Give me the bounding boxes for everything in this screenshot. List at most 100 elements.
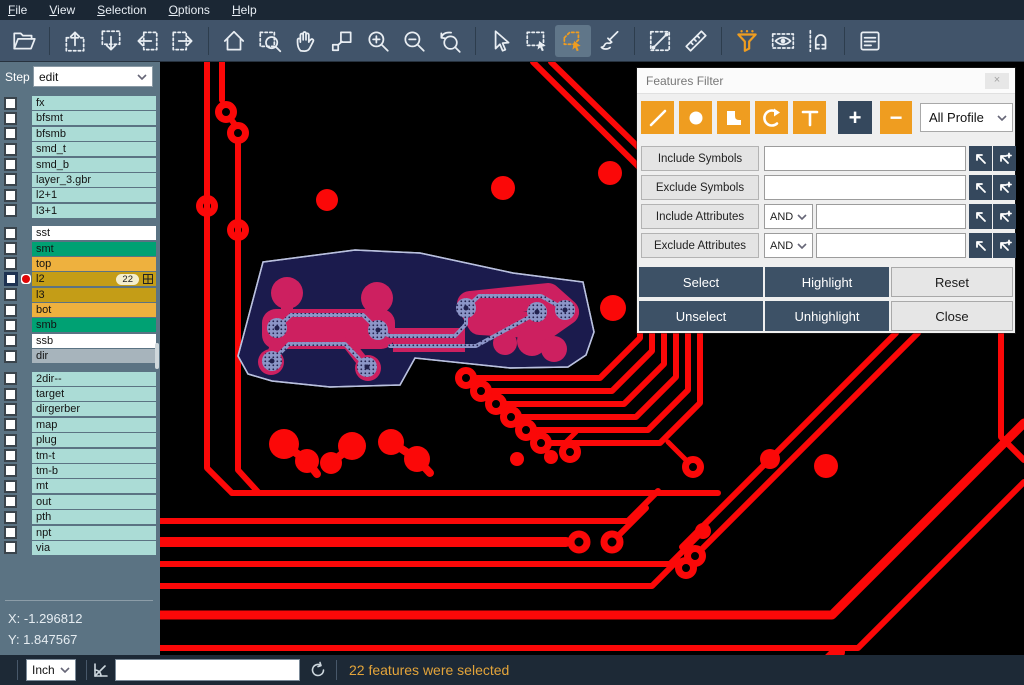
layer-visibility-checkbox[interactable]	[4, 511, 17, 524]
layer-row-tm-b[interactable]: tm-b	[0, 464, 160, 478]
layer-visibility-checkbox[interactable]	[4, 495, 17, 508]
shift-down-button[interactable]	[93, 25, 129, 57]
menu-item-file[interactable]: File	[8, 3, 27, 17]
layer-visibility-checkbox[interactable]	[4, 242, 17, 255]
layer-row-sst[interactable]: sst	[0, 226, 160, 240]
include-attributes-operator-select[interactable]: AND	[764, 204, 813, 229]
highlight-button[interactable]: Highlight	[765, 267, 889, 297]
pick-attribute-button[interactable]	[969, 233, 992, 258]
layer-row-dir[interactable]: dir	[0, 349, 160, 363]
include-attributes-input[interactable]	[816, 204, 966, 229]
measure-ruler-button[interactable]	[678, 25, 714, 57]
pick-symbol-button[interactable]	[969, 175, 992, 200]
layer-visibility-checkbox[interactable]	[4, 388, 17, 401]
include-attributes-button[interactable]: Include Attributes	[641, 204, 759, 229]
layer-row-out[interactable]: out	[0, 495, 160, 509]
dialog-close-button[interactable]: ×	[985, 73, 1009, 89]
layer-row-mt[interactable]: mt	[0, 479, 160, 493]
layer-row-bot[interactable]: bot	[0, 303, 160, 317]
filter-arc-button[interactable]	[755, 101, 788, 134]
layer-row-l2[interactable]: l222	[0, 272, 160, 286]
selection-region[interactable]	[238, 250, 594, 387]
include-symbols-button[interactable]: Include Symbols	[641, 146, 759, 171]
grid-icon[interactable]	[143, 274, 153, 284]
layer-row-tm-t[interactable]: tm-t	[0, 449, 160, 463]
select-polygon-button[interactable]	[555, 25, 591, 57]
layer-visibility-checkbox[interactable]	[4, 418, 17, 431]
include-symbols-input[interactable]	[764, 146, 966, 171]
layer-visibility-checkbox[interactable]	[4, 304, 17, 317]
angle-mode-button[interactable]	[87, 661, 115, 679]
zoom-out-button[interactable]	[396, 25, 432, 57]
command-input[interactable]	[115, 659, 300, 681]
select-button[interactable]: Select	[639, 267, 763, 297]
layer-visibility-checkbox[interactable]	[4, 257, 17, 270]
layer-row-smt[interactable]: smt	[0, 242, 160, 256]
exclude-attributes-button[interactable]: Exclude Attributes	[641, 233, 759, 258]
layer-row-bfsmt[interactable]: bfsmt	[0, 111, 160, 125]
filter-line-button[interactable]	[641, 101, 674, 134]
show-selected-button[interactable]	[765, 25, 801, 57]
layer-visibility-checkbox[interactable]	[4, 319, 17, 332]
layer-row-smd_t[interactable]: smd_t	[0, 142, 160, 156]
layer-row-layer_3.gbr[interactable]: layer_3.gbr	[0, 173, 160, 187]
menu-item-selection[interactable]: Selection	[97, 3, 146, 17]
layer-row-bfsmb[interactable]: bfsmb	[0, 127, 160, 141]
menu-item-options[interactable]: Options	[169, 3, 210, 17]
layer-visibility-checkbox[interactable]	[4, 97, 17, 110]
layer-visibility-checkbox[interactable]	[4, 204, 17, 217]
open-file-button[interactable]	[6, 25, 42, 57]
layer-row-via[interactable]: via	[0, 541, 160, 555]
profile-select[interactable]: All Profile	[920, 103, 1013, 132]
layer-row-pth[interactable]: pth	[0, 510, 160, 524]
pick-symbol-add-button[interactable]	[993, 146, 1016, 171]
filter-text-button[interactable]	[793, 101, 826, 134]
layer-row-2dir--[interactable]: 2dir--	[0, 372, 160, 386]
zoom-fit-button[interactable]	[252, 25, 288, 57]
layer-visibility-checkbox[interactable]	[4, 334, 17, 347]
select-rectangle-button[interactable]	[519, 25, 555, 57]
layer-visibility-checkbox[interactable]	[4, 403, 17, 416]
layer-visibility-checkbox[interactable]	[4, 112, 17, 125]
layer-visibility-checkbox[interactable]	[4, 464, 17, 477]
layer-row-top[interactable]: top	[0, 257, 160, 271]
layer-row-l3+1[interactable]: l3+1	[0, 204, 160, 218]
refresh-button[interactable]	[300, 661, 336, 679]
snap-magnet-button[interactable]	[801, 25, 837, 57]
layer-visibility-checkbox[interactable]	[4, 143, 17, 156]
layer-visibility-checkbox[interactable]	[4, 541, 17, 554]
layer-visibility-checkbox[interactable]	[4, 449, 17, 462]
layer-visibility-checkbox[interactable]	[4, 480, 17, 493]
zoom-in-button[interactable]	[360, 25, 396, 57]
close-button[interactable]: Close	[891, 301, 1013, 331]
layer-visibility-checkbox[interactable]	[4, 372, 17, 385]
layer-visibility-checkbox[interactable]	[4, 526, 17, 539]
filter-remove-button[interactable]: −	[880, 101, 912, 134]
paint-brush-button[interactable]	[591, 25, 627, 57]
pick-attribute-button[interactable]	[969, 204, 992, 229]
layer-visibility-checkbox[interactable]	[4, 173, 17, 186]
layer-row-fx[interactable]: fx	[0, 96, 160, 110]
dialog-title-bar[interactable]: Features Filter ×	[637, 68, 1015, 94]
features-filter-button[interactable]	[729, 25, 765, 57]
exclude-attributes-input[interactable]	[816, 233, 966, 258]
shift-up-button[interactable]	[57, 25, 93, 57]
zoom-previous-button[interactable]	[432, 25, 468, 57]
layer-visibility-checkbox[interactable]	[4, 288, 17, 301]
layer-visibility-checkbox[interactable]	[4, 127, 17, 140]
layer-row-l2+1[interactable]: l2+1	[0, 188, 160, 202]
unselect-button[interactable]: Unselect	[639, 301, 763, 331]
step-select[interactable]: edit	[33, 66, 153, 87]
exclude-attributes-operator-select[interactable]: AND	[764, 233, 813, 258]
layer-row-dirgerber[interactable]: dirgerber	[0, 402, 160, 416]
sidebar-scrollbar[interactable]	[155, 343, 159, 369]
layer-row-map[interactable]: map	[0, 418, 160, 432]
pick-symbol-button[interactable]	[969, 146, 992, 171]
layer-row-smb[interactable]: smb	[0, 318, 160, 332]
pick-symbol-add-button[interactable]	[993, 175, 1016, 200]
layer-row-l3[interactable]: l3	[0, 288, 160, 302]
unhighlight-button[interactable]: Unhighlight	[765, 301, 889, 331]
pick-attribute-add-button[interactable]	[993, 233, 1016, 258]
layer-row-ssb[interactable]: ssb	[0, 334, 160, 348]
exclude-symbols-input[interactable]	[764, 175, 966, 200]
